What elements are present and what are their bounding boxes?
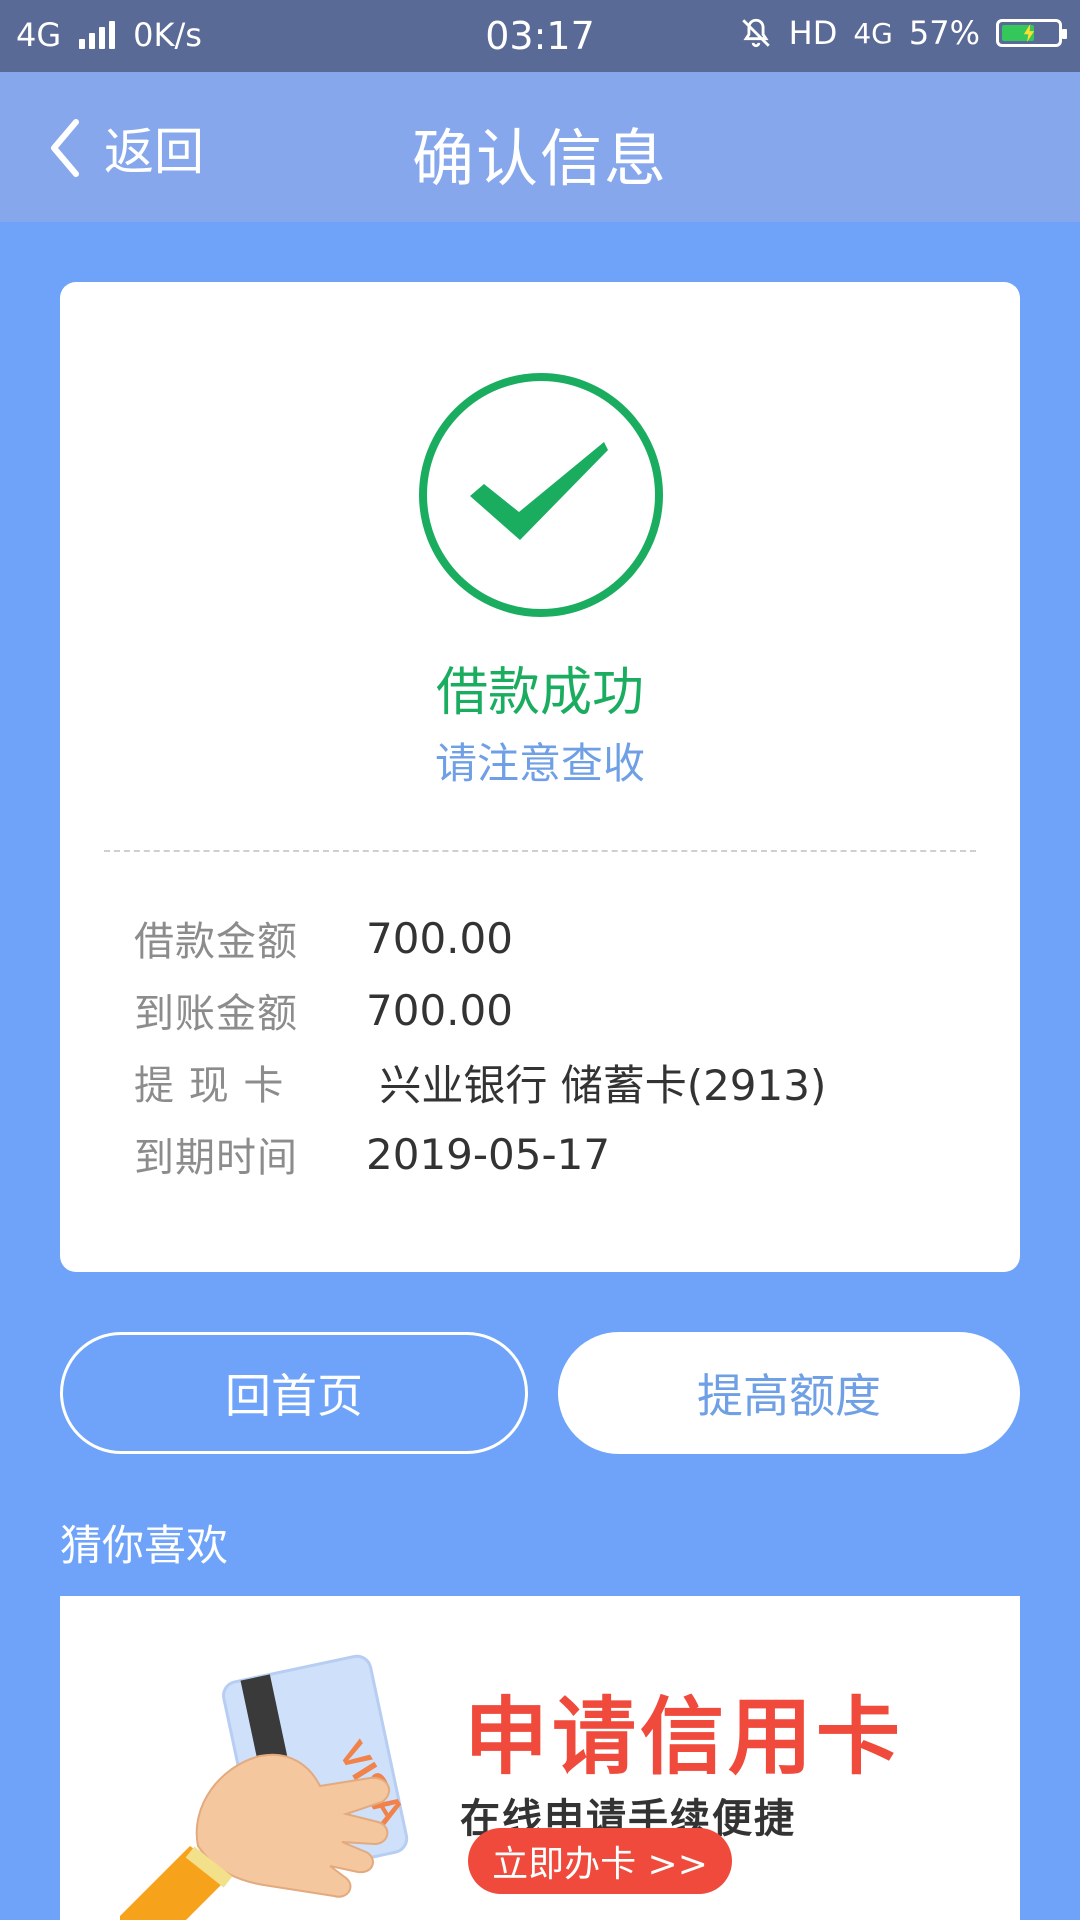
recommend-title: 猜你喜欢	[60, 1521, 229, 1570]
detail-label: 提 现 卡	[134, 1063, 285, 1109]
raise-limit-button[interactable]: 提高额度	[558, 1332, 1020, 1454]
mute-bell-icon	[741, 18, 770, 48]
success-title: 借款成功	[435, 663, 644, 723]
status-bar: 4G 0K/s 03:17 HD 4G 57%	[0, 0, 1080, 72]
page-title: 确认信息	[411, 122, 668, 195]
battery-icon	[996, 19, 1067, 47]
detail-label: 借款金额	[134, 919, 298, 965]
detail-value: 700.00	[366, 985, 513, 1035]
detail-row-due-date: 到期时间 2019-05-17	[134, 1118, 980, 1190]
app-header: 返回 确认信息	[0, 72, 1080, 222]
detail-row-loan-amount: 借款金额 700.00	[134, 902, 980, 974]
detail-value: 兴业银行 储蓄卡(2913)	[366, 1060, 827, 1110]
home-button[interactable]: 回首页	[60, 1332, 528, 1454]
hd-label: HD	[788, 14, 838, 52]
detail-value: 2019-05-17	[366, 1129, 611, 1179]
success-check-icon	[419, 373, 663, 617]
detail-value: 700.00	[366, 913, 513, 963]
detail-row-card: 提 现 卡 兴业银行 储蓄卡(2913)	[134, 1046, 980, 1118]
detail-row-received-amount: 到账金额 700.00	[134, 974, 980, 1046]
result-card: 借款成功 请注意查收 借款金额 700.00 到账金额 700.00 提 现 卡…	[60, 282, 1020, 1272]
battery-percent: 57%	[908, 14, 980, 52]
detail-label: 到期时间	[134, 1135, 298, 1181]
credit-card-banner[interactable]: VISA 申请信用卡 在线申请手续便捷 立即办卡 >>	[60, 1596, 1020, 1920]
divider	[104, 850, 976, 852]
apply-card-button[interactable]: 立即办卡 >>	[468, 1828, 732, 1894]
detail-label: 到账金额	[134, 991, 298, 1037]
success-subtitle: 请注意查收	[434, 739, 645, 788]
loan-details: 借款金额 700.00 到账金额 700.00 提 现 卡 兴业银行 储蓄卡(2…	[134, 902, 980, 1190]
banner-headline: 申请信用卡	[464, 1688, 905, 1786]
hand-holding-card-icon: VISA	[120, 1654, 412, 1920]
status-right: HD 4G 57%	[739, 14, 1067, 52]
network-right-label: 4G	[853, 16, 893, 50]
